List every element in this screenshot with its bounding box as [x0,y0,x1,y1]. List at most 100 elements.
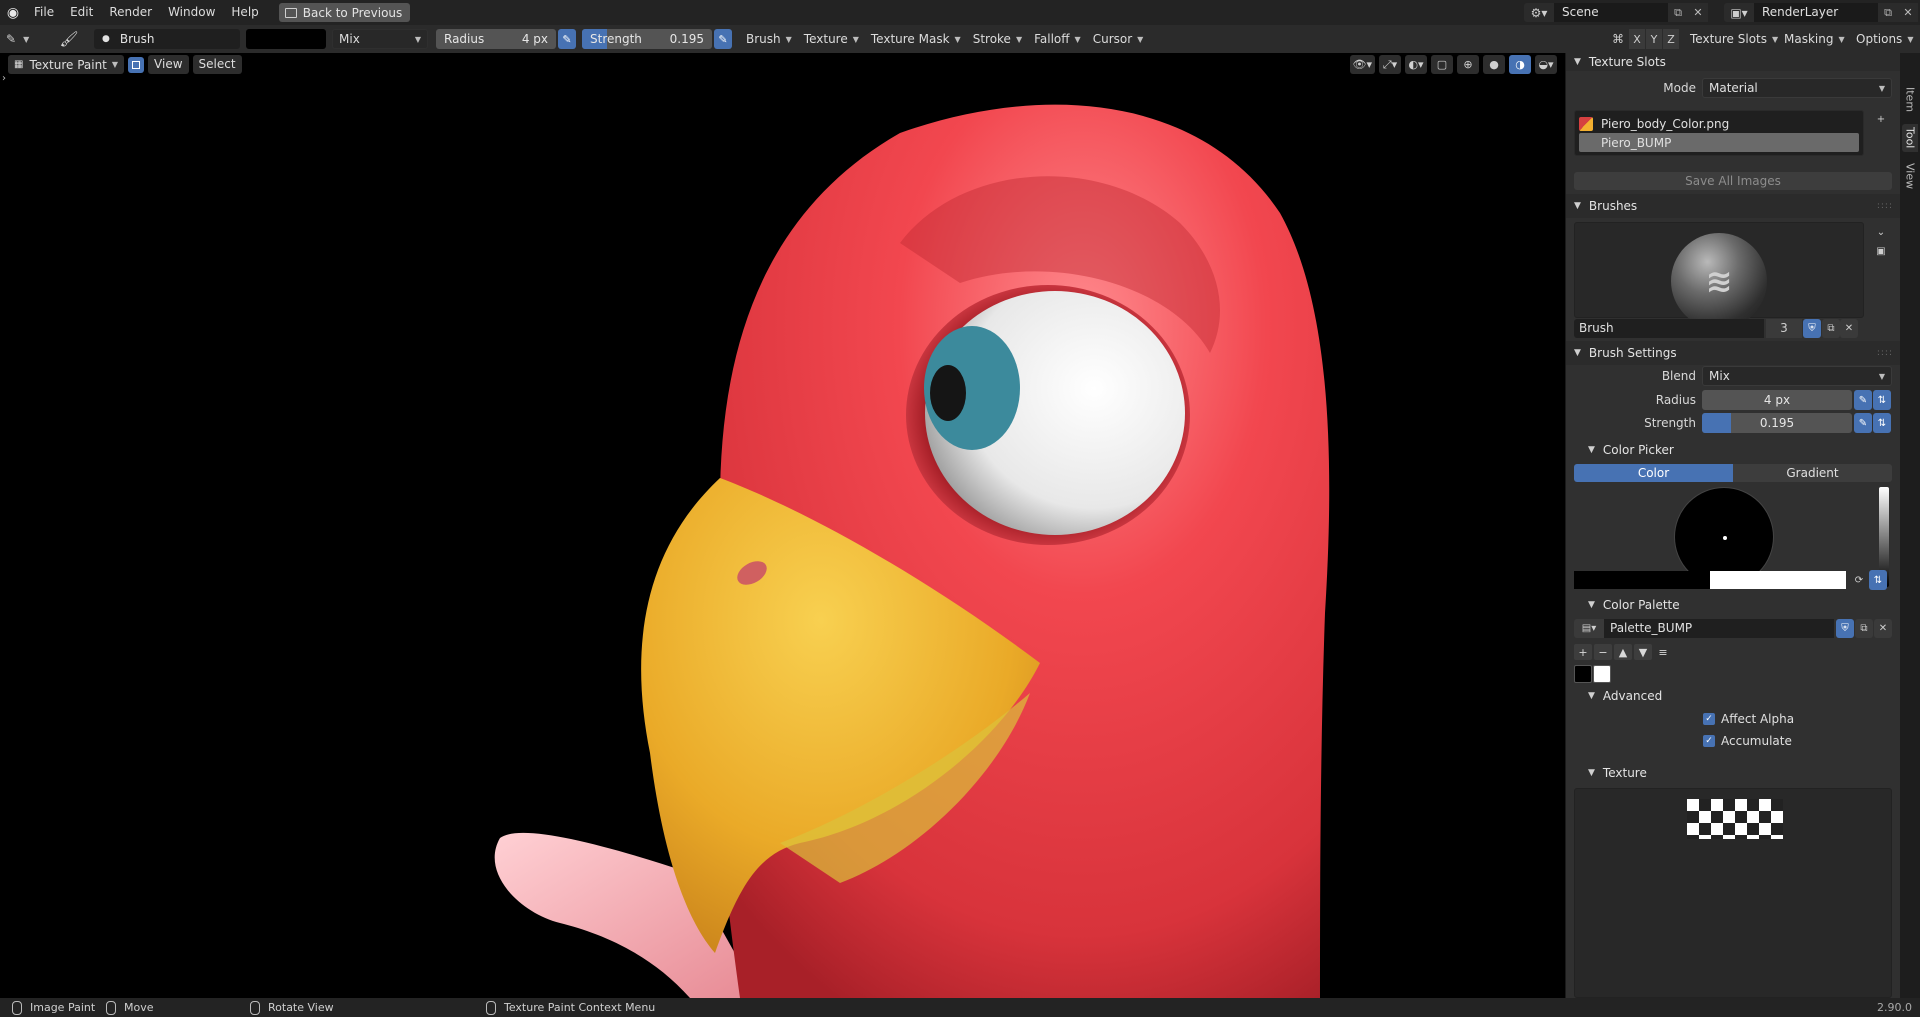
cursor-menu[interactable]: Cursor ▼ [1087,29,1150,49]
swap-colors-icon[interactable]: ⟳ [1850,570,1868,590]
checkmark-icon[interactable]: ✓ [1703,735,1715,747]
blend-dropdown[interactable]: Mix ▼ [1702,366,1892,386]
texture-mask-menu[interactable]: Texture Mask ▼ [865,29,967,49]
primary-color-swatch[interactable] [1574,571,1710,589]
select-menu[interactable]: Select [192,55,242,74]
texture-slots-header[interactable]: ▼ Texture Slots [1566,53,1900,71]
delete-scene-icon[interactable]: ✕ [1688,3,1708,22]
unlink-palette-icon[interactable]: ✕ [1874,619,1892,638]
delete-view-layer-icon[interactable]: ✕ [1898,3,1918,22]
brushes-header[interactable]: ▼ Brushes :::: [1566,194,1900,218]
accumulate-checkbox[interactable]: ✓ Accumulate [1703,734,1792,748]
symmetry-y-toggle[interactable]: Y [1646,29,1662,49]
move-color-down-icon[interactable]: ▼ [1634,644,1652,660]
rendered-shading-icon[interactable]: ◒▾ [1535,55,1557,74]
color-picker-header[interactable]: ▼ Color Picker [1566,439,1900,461]
view-layer-selector[interactable]: ▣▾ RenderLayer ⧉ ✕ [1724,3,1918,22]
view-menu[interactable]: View [148,55,189,74]
symmetry-z-toggle[interactable]: Z [1663,29,1679,49]
blender-logo-icon[interactable]: ◉ [0,0,26,25]
palette-swatch-black[interactable] [1574,665,1592,683]
duplicate-brush-icon[interactable]: ⧉ [1822,319,1840,338]
brush-icon[interactable]: 🖌 [56,29,82,49]
unlink-brush-icon[interactable]: ✕ [1840,319,1858,338]
texture-preview[interactable] [1574,788,1892,998]
drag-grip-icon[interactable]: :::: [1877,201,1893,211]
solid-shading-icon[interactable]: ● [1483,55,1505,74]
texture-menu[interactable]: Texture ▼ [798,29,865,49]
masking-menu[interactable]: Masking ▼ [1778,29,1851,49]
falloff-menu[interactable]: Falloff ▼ [1028,29,1087,49]
menu-render[interactable]: Render [101,0,160,25]
checkmark-icon[interactable]: ✓ [1703,713,1715,725]
texture-slot-item-selected[interactable]: Piero_BUMP [1579,133,1859,152]
tool-mode-selector[interactable]: ✎ ▼ [6,29,48,49]
symmetry-x-toggle[interactable]: X [1629,29,1645,49]
new-scene-icon[interactable]: ⧉ [1668,3,1688,22]
color-unit-icon[interactable]: ⇅ [1869,570,1887,590]
radius-field[interactable]: 4 px [1702,390,1852,410]
texture-mode-dropdown[interactable]: Material ▼ [1702,78,1892,98]
radius-pressure-icon[interactable]: ✎ [558,29,576,49]
fake-user-shield-icon[interactable]: ⛨ [1803,319,1821,338]
strength-unit-icon[interactable]: ⇅ [1873,413,1891,433]
brush-users-count[interactable]: 3 [1766,319,1802,338]
brush-color-swatch[interactable] [246,29,326,49]
palette-fake-user-shield-icon[interactable]: ⛨ [1836,619,1854,638]
3d-viewport[interactable]: ▦ Texture Paint ▼ View Select › 👁▾ ⤢▾ ◐▾… [0,53,1565,998]
strength-slider[interactable]: Strength 0.195 [582,29,712,49]
mode-dropdown[interactable]: ▦ Texture Paint ▼ [8,55,125,74]
texture-slots-menu[interactable]: Texture Slots ▼ [1684,29,1784,49]
advanced-header[interactable]: ▼ Advanced [1566,685,1900,707]
material-shading-icon[interactable]: ◑ [1509,55,1531,74]
scene-name-field[interactable]: Scene [1554,3,1668,22]
tab-item[interactable]: Item [1902,86,1918,114]
add-color-icon[interactable]: + [1574,644,1592,660]
menu-help[interactable]: Help [223,0,266,25]
radius-unit-icon[interactable]: ⇅ [1873,390,1891,410]
color-palette-header[interactable]: ▼ Color Palette [1566,594,1900,616]
paint-mask-toggle[interactable] [128,56,145,73]
xray-icon[interactable]: ▢ [1431,55,1453,74]
menu-edit[interactable]: Edit [62,0,101,25]
affect-alpha-checkbox[interactable]: ✓ Affect Alpha [1703,712,1794,726]
scene-icon[interactable]: ⚙▾ [1524,3,1554,22]
tab-tool[interactable]: Tool [1902,124,1918,152]
brush-list-expand-icon[interactable]: ⌄ [1872,222,1890,242]
view-layer-name-field[interactable]: RenderLayer [1754,3,1878,22]
brush-preview[interactable]: ≋ [1574,222,1864,329]
strength-pressure-icon[interactable]: ✎ [714,29,732,49]
drag-grip-icon[interactable]: :::: [1877,348,1893,358]
palette-selector[interactable]: ▤▾ Palette_BUMP [1574,619,1834,638]
palette-swatch-white[interactable] [1593,665,1611,683]
wireframe-shading-icon[interactable]: ⊕ [1457,55,1479,74]
palette-icon[interactable]: ▤▾ [1574,619,1604,638]
texture-header[interactable]: ▼ Texture [1566,762,1900,784]
radius-pressure-icon[interactable]: ✎ [1854,390,1872,410]
remove-color-icon[interactable]: − [1594,644,1612,660]
add-texture-slot-icon[interactable]: + [1872,109,1890,129]
brush-name-field[interactable]: ● Brush [94,29,240,49]
toolbar-expand-icon[interactable]: › [2,73,6,84]
scene-selector[interactable]: ⚙▾ Scene ⧉ ✕ [1524,3,1708,22]
sort-colors-icon[interactable]: ≡ [1654,644,1672,660]
move-color-up-icon[interactable]: ▲ [1614,644,1632,660]
secondary-color-swatch[interactable] [1710,571,1846,589]
strength-field[interactable]: 0.195 [1702,413,1852,433]
tab-color[interactable]: Color [1574,464,1733,482]
palette-name[interactable]: Palette_BUMP [1604,619,1834,638]
view-layer-icon[interactable]: ▣▾ [1724,3,1754,22]
back-to-previous-button[interactable]: Back to Previous [278,3,411,22]
gizmo-icon[interactable]: ⤢▾ [1379,55,1401,74]
strength-pressure-icon[interactable]: ✎ [1854,413,1872,433]
brush-menu[interactable]: Brush ▼ [740,29,798,49]
radius-slider[interactable]: Radius 4 px [436,29,556,49]
duplicate-palette-icon[interactable]: ⧉ [1855,619,1873,638]
options-menu[interactable]: Options ▼ [1850,29,1919,49]
overlay-icon[interactable]: ◐▾ [1405,55,1427,74]
save-all-images-button[interactable]: Save All Images [1574,172,1892,190]
stroke-menu[interactable]: Stroke ▼ [967,29,1028,49]
tab-gradient[interactable]: Gradient [1733,464,1892,482]
tab-view[interactable]: View [1902,162,1918,190]
primary-secondary-colors[interactable] [1574,571,1846,589]
